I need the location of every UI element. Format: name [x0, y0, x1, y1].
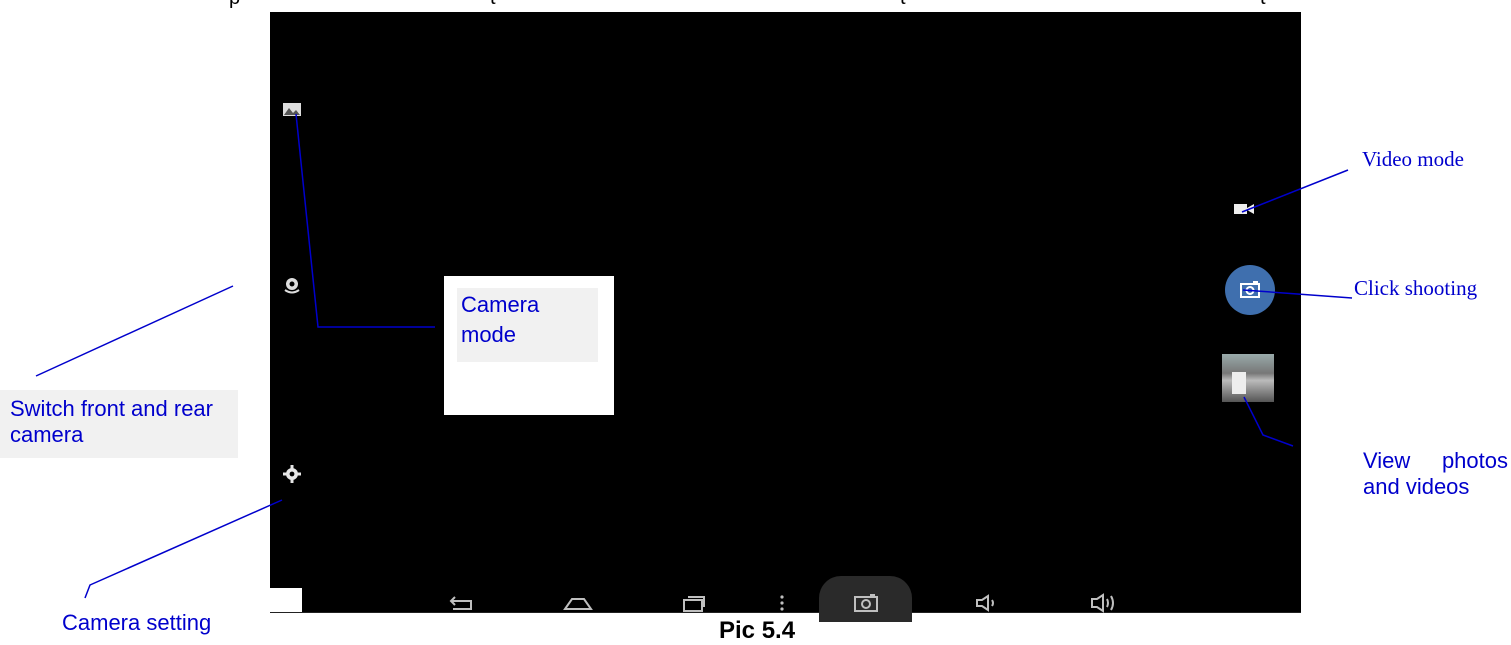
volume-down-icon[interactable] — [968, 585, 1008, 621]
video-camera-icon[interactable] — [1232, 199, 1256, 219]
header-strip: p t t t — [0, 0, 1511, 12]
back-icon[interactable] — [442, 585, 482, 621]
camera-shutter-icon — [1240, 281, 1260, 298]
figure-caption: Pic 5.4 — [719, 617, 796, 644]
volume-up-icon[interactable] — [1084, 585, 1128, 621]
camera-screen — [270, 12, 1301, 622]
gallery-thumbnail[interactable] — [1222, 354, 1274, 402]
switch-camera-label: Switch front and rear camera — [10, 396, 213, 447]
recent-apps-icon[interactable] — [674, 585, 714, 621]
camera-setting-label: Camera setting — [62, 610, 212, 635]
video-mode-label: Video mode — [1362, 147, 1464, 171]
home-icon[interactable] — [558, 585, 598, 621]
gear-icon[interactable] — [282, 464, 302, 484]
view-photos-label: View photos and videos — [1363, 448, 1508, 499]
camera-icon[interactable] — [846, 585, 886, 621]
camera-mode-label: Camera mode — [461, 292, 540, 347]
shutter-button[interactable] — [1225, 265, 1275, 315]
menu-dots-icon[interactable] — [772, 585, 792, 621]
panorama-icon[interactable] — [282, 100, 302, 120]
click-shooting-label: Click shooting — [1354, 276, 1478, 300]
switch-camera-icon[interactable] — [282, 275, 302, 295]
